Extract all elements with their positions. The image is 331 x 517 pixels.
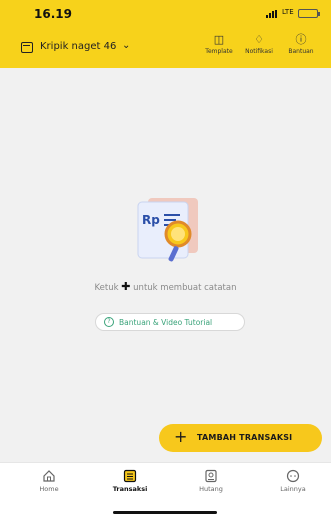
toolbar: Kripik naget 46 ⌄ ◫ Template ♢ Notifikas… <box>0 28 331 68</box>
home-icon <box>43 470 55 482</box>
notification-button[interactable]: ♢ Notifikasi <box>237 33 281 65</box>
bottom-navigation: Home Transaksi Hutang Lainnya <box>0 462 331 517</box>
help-icon: ⓘ <box>295 33 307 46</box>
plus-icon: + <box>174 427 188 446</box>
empty-state-hint: Ketuk ✚ untuk membuat catatan <box>94 280 237 293</box>
help-icon: ? <box>104 317 114 327</box>
network-label: LTE <box>282 8 294 16</box>
plus-icon: ✚ <box>121 280 131 293</box>
home-indicator <box>113 511 217 514</box>
add-transaction-button[interactable]: + TAMBAH TRANSAKSI <box>159 424 322 452</box>
store-selector[interactable]: Kripik naget 46 <box>40 41 116 52</box>
debt-icon <box>205 469 217 483</box>
help-video-tutorial-button[interactable]: ? Bantuan & Video Tutorial <box>95 313 245 331</box>
nav-item-lainnya[interactable]: Lainnya <box>263 469 323 493</box>
status-bar: 16.19 LTE <box>0 0 331 28</box>
nav-item-hutang[interactable]: Hutang <box>181 469 241 493</box>
help-button[interactable]: ⓘ Bantuan <box>279 33 323 65</box>
empty-transaction-illustration: Rp <box>137 198 198 262</box>
transaction-icon <box>123 469 137 483</box>
nav-item-transaksi[interactable]: Transaksi <box>100 469 160 493</box>
store-icon <box>21 42 33 53</box>
template-button[interactable]: ◫ Template <box>197 33 241 65</box>
status-time: 16.19 <box>34 7 72 21</box>
nav-item-home[interactable]: Home <box>19 469 79 493</box>
signal-icon <box>266 10 280 18</box>
svg-text:Rp: Rp <box>142 213 160 227</box>
app-header: 16.19 LTE Kripik naget 46 ⌄ ◫ Template ♢… <box>0 0 331 68</box>
chevron-down-icon[interactable]: ⌄ <box>122 40 130 51</box>
template-icon: ◫ <box>213 33 225 46</box>
bell-icon: ♢ <box>254 33 264 46</box>
battery-icon <box>298 9 320 18</box>
more-icon <box>286 469 300 483</box>
